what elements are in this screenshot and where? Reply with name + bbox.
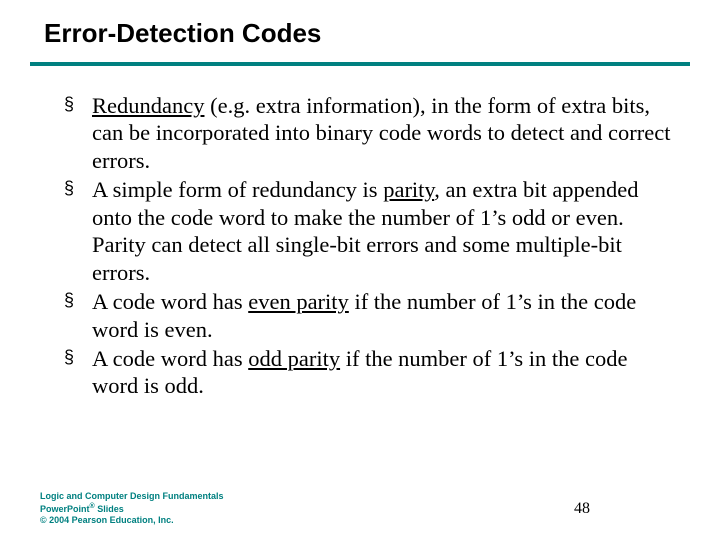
page-number: 48 [574,500,590,518]
bullet-text: A simple form of redundancy is parity, a… [92,177,639,284]
bullet-text: Redundancy (e.g. extra information), in … [92,93,671,173]
footer-line: PowerPoint® Slides [40,503,224,515]
bullet-icon: § [64,178,74,200]
list-item: § A simple form of redundancy is parity,… [64,176,672,286]
slide: Error-Detection Codes § Redundancy (e.g.… [0,0,720,540]
list-item: § Redundancy (e.g. extra information), i… [64,92,672,174]
bullet-text: A code word has odd parity if the number… [92,346,628,398]
bullet-icon: § [64,290,74,312]
footer-line: Logic and Computer Design Fundamentals [40,491,224,502]
bullet-text: A code word has even parity if the numbe… [92,289,636,341]
list-item: § A code word has odd parity if the numb… [64,345,672,400]
slide-body: § Redundancy (e.g. extra information), i… [64,92,672,402]
bullet-icon: § [64,94,74,116]
bullet-icon: § [64,347,74,369]
title-rule [30,62,690,66]
list-item: § A code word has even parity if the num… [64,288,672,343]
slide-title: Error-Detection Codes [44,18,321,49]
footer-line: © 2004 Pearson Education, Inc. [40,515,224,526]
footer-credits: Logic and Computer Design Fundamentals P… [40,491,224,526]
